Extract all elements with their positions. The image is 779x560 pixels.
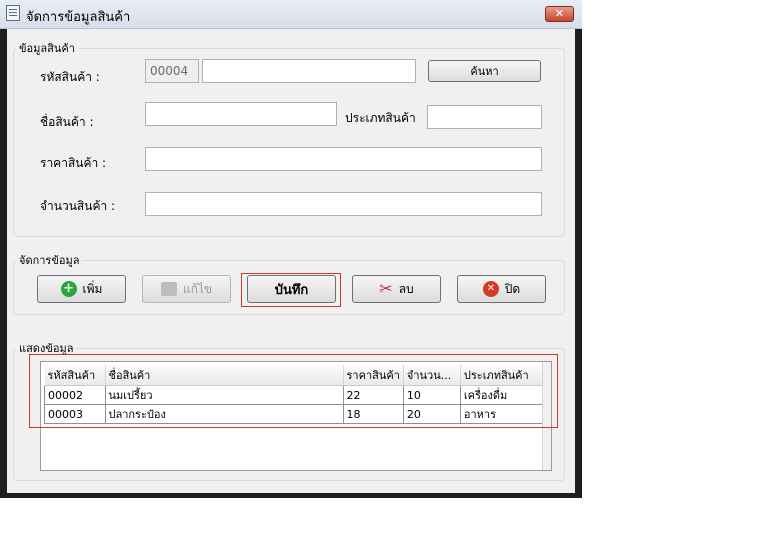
delete-button[interactable]: ✂ ลบ <box>352 275 441 303</box>
title-bar: จัดการข้อมูลสินค้า ✕ <box>0 0 582 29</box>
product-quantity-label: จำนวนสินค้า : <box>40 199 116 213</box>
grid-highlight-box <box>29 354 558 428</box>
product-code-field[interactable] <box>145 59 199 83</box>
close-button[interactable]: ✕ ปิด <box>457 275 546 303</box>
product-info-legend: ข้อมูลสินค้า <box>19 42 75 55</box>
plus-circle-icon: + <box>60 281 77 297</box>
product-quantity-field[interactable] <box>145 192 542 216</box>
edit-button-label: แก้ไข <box>182 281 213 296</box>
product-type-field[interactable] <box>427 105 542 129</box>
form-client-area: ข้อมูลสินค้า รหัสสินค้า : ค้นหา ชื่อสินค… <box>7 29 575 493</box>
scissors-icon: ✂ <box>379 279 393 298</box>
product-code-search-field[interactable] <box>202 59 416 83</box>
save-highlight-box <box>241 273 341 307</box>
product-code-label: รหัสสินค้า : <box>40 70 100 84</box>
window-close-button[interactable]: ✕ <box>545 6 574 22</box>
x-circle-icon: ✕ <box>482 281 499 297</box>
product-price-field[interactable] <box>145 147 542 171</box>
manage-data-legend: จัดการข้อมูล <box>19 254 80 267</box>
product-name-label: ชื่อสินค้า : <box>40 115 94 129</box>
close-button-label: ปิด <box>504 281 521 296</box>
product-price-label: ราคาสินค้า : <box>40 156 107 170</box>
add-button-label: เพิ่ม <box>82 281 103 296</box>
product-name-field[interactable] <box>145 102 337 126</box>
search-button-label: ค้นหา <box>470 65 499 78</box>
app-icon <box>6 5 20 21</box>
product-type-label: ประเภทสินค้า <box>345 111 416 125</box>
delete-button-label: ลบ <box>398 281 414 296</box>
edit-icon <box>160 282 177 296</box>
window-title: จัดการข้อมูลสินค้า <box>26 10 131 25</box>
edit-button[interactable]: แก้ไข <box>142 275 231 303</box>
search-button[interactable]: ค้นหา <box>428 60 541 82</box>
add-button[interactable]: + เพิ่ม <box>37 275 126 303</box>
app-window: จัดการข้อมูลสินค้า ✕ ข้อมูลสินค้า รหัสสิ… <box>0 0 582 498</box>
